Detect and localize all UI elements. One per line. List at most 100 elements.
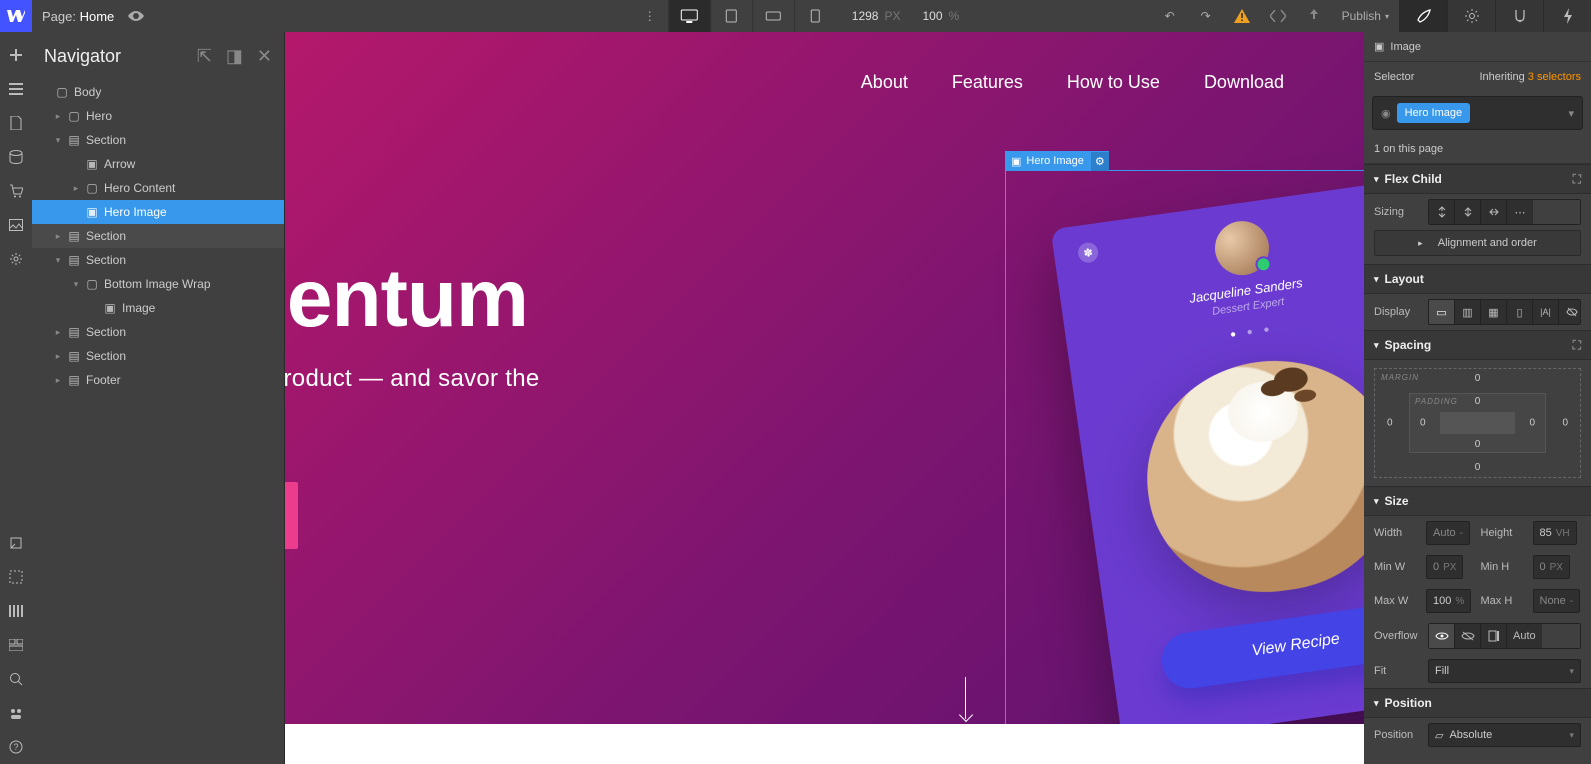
close-icon[interactable]: ✕	[257, 46, 272, 67]
sizing-none[interactable]	[1481, 200, 1507, 224]
display-block[interactable]: ▭	[1429, 300, 1455, 324]
scroll-arrow-icon[interactable]	[965, 677, 966, 719]
margin-bottom[interactable]: 0	[1475, 462, 1481, 473]
display-grid[interactable]: ▦	[1481, 300, 1507, 324]
tree-footer[interactable]: ▸▤Footer	[32, 368, 284, 392]
selection-label[interactable]: ▣ Hero Image ⚙	[1005, 151, 1109, 171]
breakpoint-mobile-landscape[interactable]	[752, 0, 794, 32]
webflow-logo[interactable]	[0, 0, 32, 32]
tree-section-2[interactable]: ▸▤Section	[32, 224, 284, 248]
breakpoint-desktop[interactable]	[668, 0, 710, 32]
publish-button[interactable]: Publish ▾	[1332, 9, 1399, 23]
canvas-zoom[interactable]: 100	[923, 9, 943, 23]
breakpoint-tablet[interactable]	[710, 0, 752, 32]
tree-arrow[interactable]: ▣Arrow	[32, 152, 284, 176]
interactions-tab-icon[interactable]	[1543, 0, 1591, 32]
style-tab-icon[interactable]	[1399, 0, 1447, 32]
spacing-editor[interactable]: MARGIN 0 0 0 0 PADDING 0 0 0 0	[1374, 368, 1581, 478]
section-spacing[interactable]: ▾Spacing⛶	[1364, 330, 1591, 360]
tree-section-5[interactable]: ▸▤Section	[32, 344, 284, 368]
margin-left[interactable]: 0	[1387, 418, 1393, 429]
nav-how[interactable]: How to Use	[1067, 72, 1160, 93]
overflow-hidden[interactable]	[1455, 624, 1481, 648]
fit-select[interactable]: Fill▾	[1428, 659, 1581, 683]
share-icon[interactable]	[1296, 0, 1332, 32]
nav-download[interactable]: Download	[1204, 72, 1284, 93]
settings-tab-icon[interactable]	[1447, 0, 1495, 32]
canvas[interactable]: About Features How to Use Download mentu…	[285, 32, 1364, 764]
dock-icon[interactable]: ◨	[226, 46, 243, 67]
audit-warning-icon[interactable]	[1224, 0, 1260, 32]
tree-hero-content[interactable]: ▸▢Hero Content	[32, 176, 284, 200]
pages-icon[interactable]	[0, 106, 32, 140]
redo-icon[interactable]: ↷	[1188, 0, 1224, 32]
add-element-icon[interactable]	[0, 38, 32, 72]
sizing-more[interactable]: ⋯	[1507, 200, 1533, 224]
ecommerce-icon[interactable]	[0, 174, 32, 208]
expand-icon[interactable]: ⛶	[1573, 338, 1581, 353]
section-layout[interactable]: ▾Layout	[1364, 264, 1591, 294]
nav-about[interactable]: About	[861, 72, 908, 93]
maxw-input[interactable]: 100%	[1426, 589, 1471, 613]
tree-section-3[interactable]: ▾▤Section	[32, 248, 284, 272]
display-inline-block[interactable]: ▯	[1507, 300, 1533, 324]
more-breakpoints-icon[interactable]: ⋮	[632, 9, 668, 23]
video-icon[interactable]	[0, 696, 32, 730]
sizing-shrink[interactable]	[1429, 200, 1455, 224]
settings-icon[interactable]	[0, 242, 32, 276]
chevron-down-icon[interactable]: ▾	[1568, 107, 1574, 120]
padding-top[interactable]: 0	[1475, 396, 1481, 407]
selector-state-icon[interactable]: ◉	[1381, 107, 1391, 120]
style-manager-tab-icon[interactable]	[1495, 0, 1543, 32]
alignment-order-button[interactable]: ▸ Alignment and order	[1374, 230, 1581, 256]
tree-section-4[interactable]: ▸▤Section	[32, 320, 284, 344]
assets-icon[interactable]	[0, 208, 32, 242]
height-input[interactable]: 85VH	[1533, 521, 1577, 545]
display-none[interactable]	[1559, 300, 1581, 324]
canvas-width[interactable]: 1298	[852, 9, 879, 23]
grid-icon[interactable]	[0, 628, 32, 662]
breakpoint-mobile[interactable]	[794, 0, 836, 32]
selector-tag[interactable]: Hero Image	[1397, 103, 1470, 123]
edit-tool-icon[interactable]	[0, 526, 32, 560]
guides-icon[interactable]	[0, 560, 32, 594]
tree-body[interactable]: ▢Body	[32, 80, 284, 104]
preview-icon[interactable]	[128, 11, 144, 21]
cms-icon[interactable]	[0, 140, 32, 174]
section-position[interactable]: ▾Position	[1364, 688, 1591, 718]
display-inline[interactable]: |A|	[1533, 300, 1559, 324]
maxh-input[interactable]: None-	[1533, 589, 1581, 613]
sizing-grow[interactable]	[1455, 200, 1481, 224]
section-size[interactable]: ▾Size	[1364, 486, 1591, 516]
overflow-auto[interactable]: Auto	[1507, 624, 1542, 648]
selector-input[interactable]: ◉ Hero Image ▾	[1372, 96, 1583, 130]
tree-hero-image[interactable]: ▣Hero Image	[32, 200, 284, 224]
instance-count[interactable]: 1 on this page	[1364, 134, 1591, 164]
page-selector[interactable]: Page: Home	[42, 9, 114, 24]
tree-bottom-image-wrap[interactable]: ▾▢Bottom Image Wrap	[32, 272, 284, 296]
minh-input[interactable]: 0PX	[1533, 555, 1570, 579]
pin-icon[interactable]: ⇱	[197, 46, 212, 67]
padding-right[interactable]: 0	[1529, 418, 1535, 429]
navigator-icon[interactable]	[0, 72, 32, 106]
overflow-visible[interactable]	[1429, 624, 1455, 648]
minw-input[interactable]: 0PX	[1426, 555, 1463, 579]
help-icon[interactable]: ?	[0, 730, 32, 764]
code-export-icon[interactable]	[1260, 0, 1296, 32]
padding-left[interactable]: 0	[1420, 418, 1426, 429]
width-input[interactable]: Auto-	[1426, 521, 1470, 545]
tree-image[interactable]: ▣Image	[32, 296, 284, 320]
xray-icon[interactable]	[0, 594, 32, 628]
margin-right[interactable]: 0	[1562, 418, 1568, 429]
overflow-scroll[interactable]	[1481, 624, 1507, 648]
expand-icon[interactable]: ⛶	[1573, 172, 1581, 187]
hero-cta-button[interactable]: p	[285, 482, 298, 549]
selection-settings-icon[interactable]: ⚙	[1091, 152, 1109, 171]
position-select[interactable]: ▱Absolute ▾	[1428, 723, 1581, 747]
inheriting-info[interactable]: Inheriting 3 selectors	[1479, 71, 1581, 83]
margin-top[interactable]: 0	[1475, 373, 1481, 384]
search-icon[interactable]	[0, 662, 32, 696]
section-flex-child[interactable]: ▾Flex Child⛶	[1364, 164, 1591, 194]
undo-icon[interactable]: ↶	[1152, 0, 1188, 32]
display-flex[interactable]: ▥	[1455, 300, 1481, 324]
